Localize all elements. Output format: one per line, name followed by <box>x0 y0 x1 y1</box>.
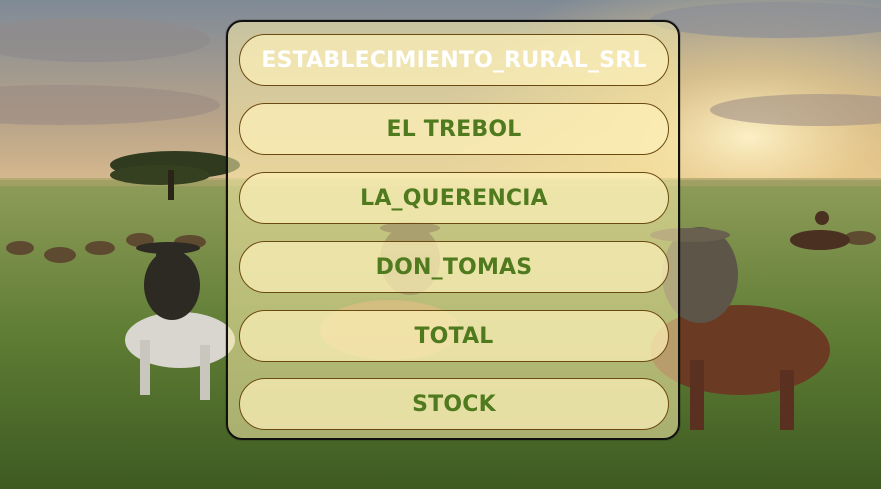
menu-button-don-tomas[interactable]: DON_TOMAS <box>239 241 669 293</box>
menu-button-establecimiento-rural-srl[interactable]: ESTABLECIMIENTO_RURAL_SRL <box>239 34 669 86</box>
main-menu-panel: ESTABLECIMIENTO_RURAL_SRL EL TREBOL LA_Q… <box>226 20 680 440</box>
menu-button-stock[interactable]: STOCK <box>239 378 669 430</box>
menu-button-total[interactable]: TOTAL <box>239 310 669 362</box>
menu-button-el-trebol[interactable]: EL TREBOL <box>239 103 669 155</box>
menu-button-la-querencia[interactable]: LA_QUERENCIA <box>239 172 669 224</box>
